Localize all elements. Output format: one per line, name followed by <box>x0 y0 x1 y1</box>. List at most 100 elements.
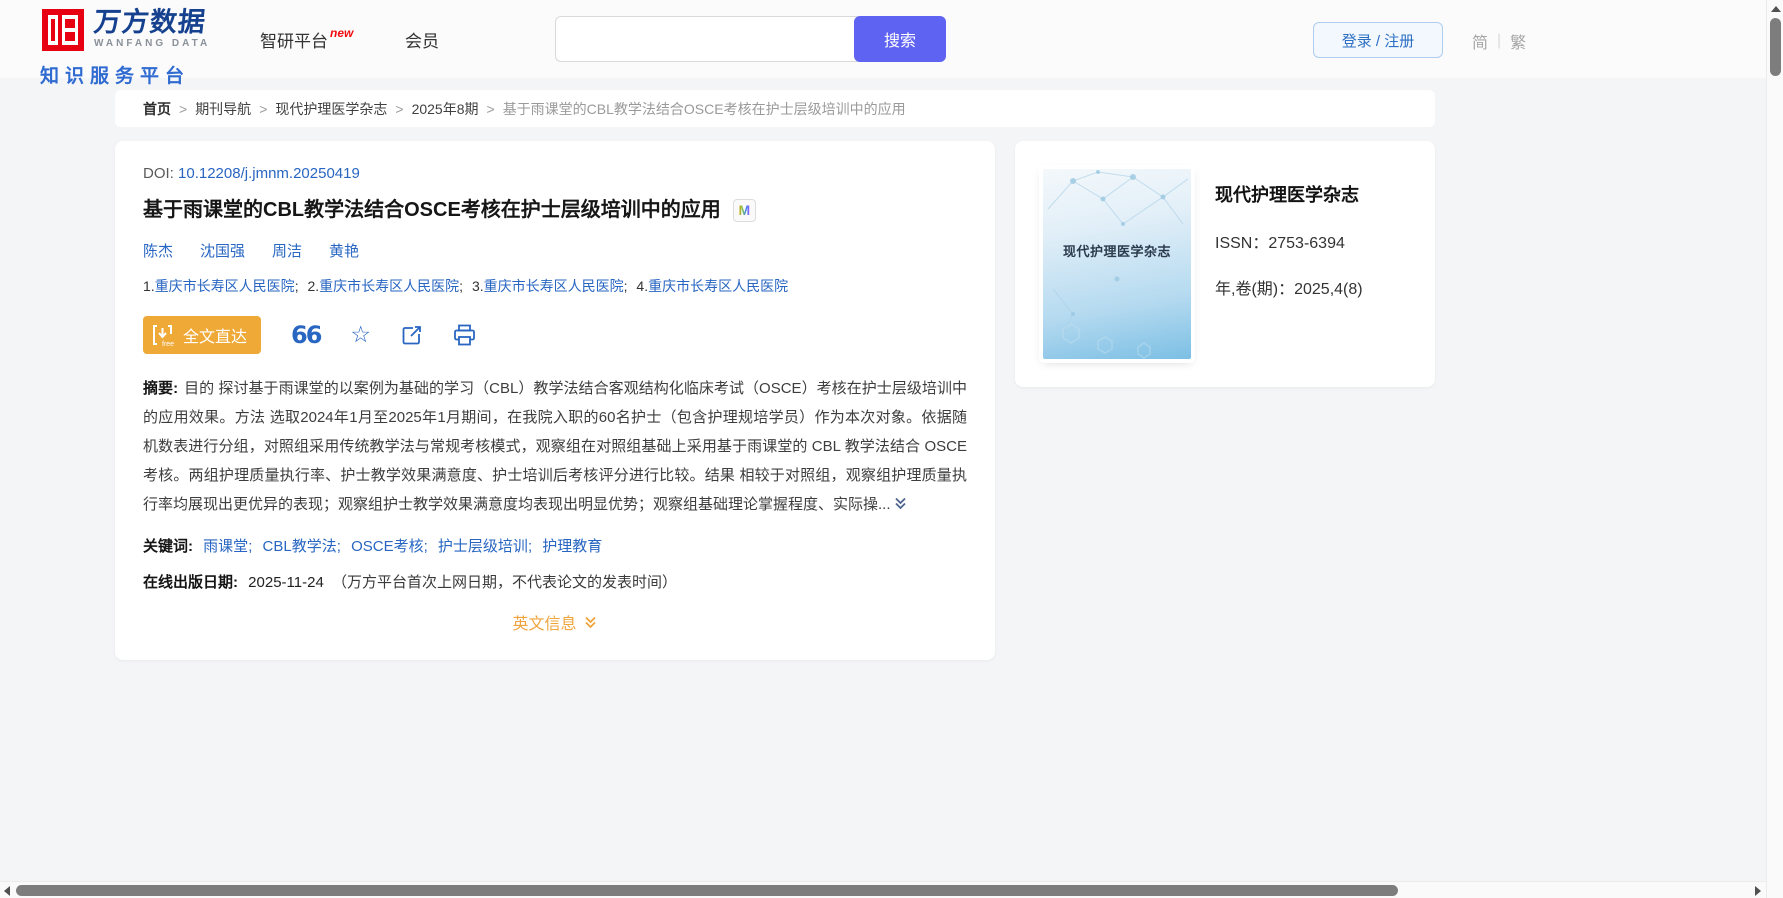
author-link[interactable]: 黄艳 <box>329 240 359 261</box>
article-title: 基于雨课堂的CBL教学法结合OSCE考核在护士层级培训中的应用 <box>143 199 721 221</box>
english-info-toggle[interactable]: 英文信息 <box>143 610 967 634</box>
breadcrumb-current-article: 基于雨课堂的CBL教学法结合OSCE考核在护士层级培训中的应用 <box>502 100 906 117</box>
brand-name-cn: 万方数据 <box>92 7 208 37</box>
brand-tagline: 知识服务平台 <box>40 66 191 87</box>
breadcrumb-home[interactable]: 首页 <box>143 99 171 119</box>
breadcrumb-separator: > <box>259 100 268 117</box>
affiliation-link[interactable]: 重庆市长寿区人民医院 <box>319 278 459 294</box>
lang-traditional[interactable]: 繁 <box>1510 29 1526 53</box>
doi-link[interactable]: 10.12208/j.jmnm.20250419 <box>178 165 360 182</box>
keywords-label: 关键词: <box>143 538 193 555</box>
action-toolbar: free 全文直达 66 ☆ <box>143 316 967 354</box>
doi-label: DOI: <box>143 165 174 182</box>
doi-row: DOI: 10.12208/j.jmnm.20250419 <box>143 165 967 182</box>
keyword-link[interactable]: 护士层级培训 <box>438 538 528 555</box>
breadcrumb-separator: > <box>486 100 495 117</box>
abstract-expand-chevron-icon[interactable] <box>893 492 908 521</box>
volume-label: 年,卷(期)： <box>1215 281 1295 298</box>
online-publish-note: （万方平台首次上网日期，不代表论文的发表时间） <box>331 574 677 591</box>
nav-member-label: 会员 <box>405 32 439 51</box>
nav-zhiyan-label: 智研平台 <box>260 32 328 51</box>
online-publish-date: 2025-11-24 <box>248 574 324 591</box>
abstract-paragraph: 摘要: 目的 探讨基于雨课堂的以案例为基础的学习（CBL）教学法结合客观结构化临床… <box>143 374 967 521</box>
affiliation-link[interactable]: 重庆市长寿区人民医院 <box>155 278 295 294</box>
fulltext-button-label: 全文直达 <box>183 329 248 346</box>
breadcrumb: 首页 > 期刊导航 > 现代护理医学杂志 > 2025年8期 > 基于雨课堂的C… <box>115 90 1435 127</box>
breadcrumb-journal[interactable]: 现代护理医学杂志 <box>275 99 387 119</box>
svg-text:free: free <box>162 341 174 347</box>
breadcrumb-journal-nav[interactable]: 期刊导航 <box>195 99 251 119</box>
free-download-icon: free <box>153 323 175 347</box>
scroll-left-arrow-icon[interactable] <box>4 886 10 896</box>
keyword-link[interactable]: CBL教学法 <box>263 538 337 555</box>
print-icon[interactable] <box>453 324 476 346</box>
share-icon[interactable] <box>401 324 423 346</box>
medical-badge-letter: M <box>738 202 751 218</box>
keyword-separator: ; <box>336 538 341 555</box>
journal-name[interactable]: 现代护理医学杂志 <box>1215 181 1363 207</box>
affiliation-number: 1. <box>143 278 155 294</box>
affiliation-link[interactable]: 重庆市长寿区人民医院 <box>648 278 788 294</box>
keyword-separator: ; <box>423 538 428 555</box>
horizontal-scrollbar-thumb[interactable] <box>16 885 1398 896</box>
journal-volume-row: 年,卷(期)：2025,4(8) <box>1215 275 1363 299</box>
scroll-up-arrow-icon[interactable] <box>1771 6 1781 12</box>
affiliation-number: 4. <box>636 278 649 294</box>
affiliation-link[interactable]: 重庆市长寿区人民医院 <box>484 278 624 294</box>
author-link[interactable]: 陈杰 <box>143 240 173 261</box>
page-container: 首页 > 期刊导航 > 现代护理医学杂志 > 2025年8期 > 基于雨课堂的C… <box>115 90 1435 660</box>
keywords-row: 关键词: 雨课堂; CBL教学法; OSCE考核; 护士层级培训; 护理教育 <box>143 535 967 556</box>
cite-icon[interactable]: 66 <box>291 323 322 347</box>
affiliation-number: 3. <box>471 278 484 294</box>
language-switch: 简 | 繁 <box>1472 29 1526 53</box>
journal-cover-title: 现代护理医学杂志 <box>1062 244 1171 259</box>
breadcrumb-issue[interactable]: 2025年8期 <box>412 99 479 119</box>
login-register-button[interactable]: 登录 / 注册 <box>1313 22 1443 58</box>
search-bar: 搜索 <box>555 16 946 62</box>
top-header: 万方数据 WANFANG DATA 知识服务平台 智研平台 new 会员 搜索 登… <box>0 0 1783 87</box>
search-input[interactable] <box>555 16 858 62</box>
journal-card: 现代护理医学杂志 现代护理医学杂志 ISSN：2753-6394 年,卷(期)：… <box>1015 141 1435 387</box>
keyword-link[interactable]: 雨课堂 <box>203 538 248 555</box>
affiliation-separator: ; <box>623 278 628 294</box>
author-link[interactable]: 沈国强 <box>200 240 245 261</box>
breadcrumb-separator: > <box>179 100 188 117</box>
article-card: DOI: 10.12208/j.jmnm.20250419 基于雨课堂的CBL教… <box>115 141 995 660</box>
issn-value: 2753-6394 <box>1268 235 1345 252</box>
scroll-right-arrow-icon[interactable] <box>1755 886 1761 896</box>
vertical-scrollbar-thumb[interactable] <box>1770 18 1781 76</box>
medical-badge-icon[interactable]: M <box>732 198 756 222</box>
breadcrumb-separator: > <box>395 100 404 117</box>
abstract-label: 摘要: <box>143 380 179 397</box>
keyword-link[interactable]: OSCE考核 <box>351 538 424 555</box>
author-link[interactable]: 周洁 <box>272 240 302 261</box>
english-info-label: 英文信息 <box>512 616 577 633</box>
affiliation-separator: ; <box>459 278 464 294</box>
journal-info: 现代护理医学杂志 ISSN：2753-6394 年,卷(期)：2025,4(8) <box>1215 169 1363 359</box>
chevron-double-down-icon <box>583 615 598 630</box>
search-button[interactable]: 搜索 <box>854 16 946 62</box>
wanfang-logo-icon <box>40 7 86 58</box>
wanfang-logo[interactable]: 万方数据 WANFANG DATA 知识服务平台 <box>40 7 210 88</box>
keyword-link[interactable]: 护理教育 <box>542 538 602 555</box>
online-publish-label: 在线出版日期: <box>143 574 238 591</box>
fulltext-button[interactable]: free 全文直达 <box>143 316 262 354</box>
affiliation-separator: ; <box>294 278 299 294</box>
journal-cover[interactable]: 现代护理医学杂志 <box>1043 169 1191 359</box>
nav-zhiyan-platform[interactable]: 智研平台 new <box>260 26 354 52</box>
favorite-star-icon[interactable]: ☆ <box>350 324 371 347</box>
keyword-separator: ; <box>527 538 533 555</box>
online-publish-row: 在线出版日期: 2025-11-24 （万方平台首次上网日期，不代表论文的发表时… <box>143 571 967 592</box>
nav-member[interactable]: 会员 <box>405 27 439 52</box>
volume-value: 2025,4(8) <box>1294 281 1363 298</box>
lang-divider: | <box>1497 32 1502 49</box>
authors-row: 陈杰 沈国强 周洁 黄艳 <box>143 240 967 261</box>
affiliations-row: 1.重庆市长寿区人民医院; 2.重庆市长寿区人民医院; 3.重庆市长寿区人民医院… <box>143 276 967 296</box>
new-badge: new <box>330 26 354 40</box>
abstract-text: 目的 探讨基于雨课堂的以案例为基础的学习（CBL）教学法结合客观结构化临床考试（… <box>143 380 967 513</box>
vertical-scrollbar[interactable] <box>1766 0 1783 898</box>
horizontal-scrollbar[interactable] <box>0 881 1783 898</box>
journal-issn-row: ISSN：2753-6394 <box>1215 229 1363 253</box>
lang-simplified[interactable]: 简 <box>1472 29 1488 53</box>
keyword-separator: ; <box>248 538 253 555</box>
